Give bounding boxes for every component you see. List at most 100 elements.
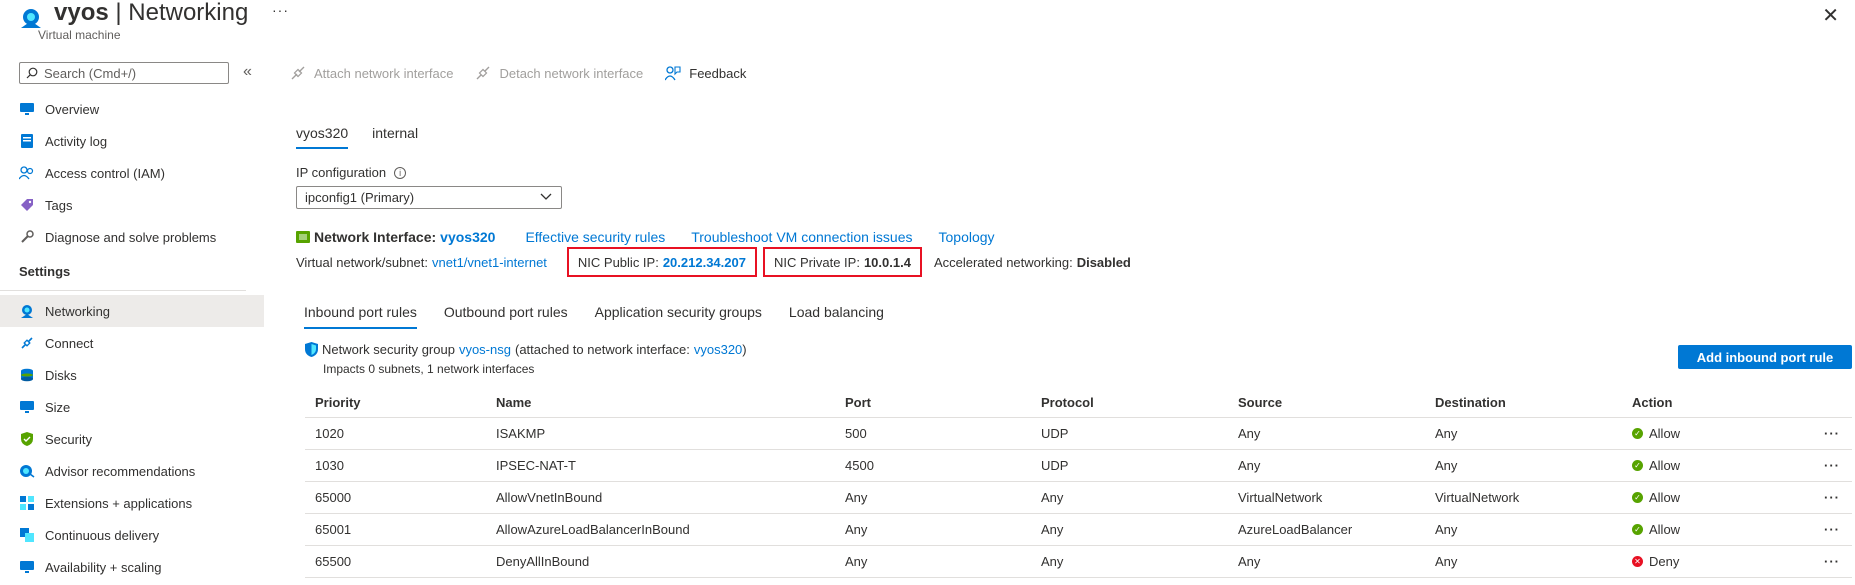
sidebar-item-label: Connect bbox=[45, 335, 94, 351]
nsg-nic-link[interactable]: vyos320 bbox=[694, 342, 742, 357]
sidebar-item-continuous-delivery[interactable]: Continuous delivery bbox=[0, 519, 264, 551]
sidebar-item-label: Disks bbox=[45, 367, 77, 383]
effective-security-rules-link[interactable]: Effective security rules bbox=[525, 229, 665, 245]
table-row[interactable]: 65000 AllowVnetInBound Any Any VirtualNe… bbox=[305, 482, 1852, 514]
sidebar-item-label: Advisor recommendations bbox=[45, 463, 196, 479]
row-more-icon[interactable]: ··· bbox=[1782, 554, 1852, 569]
troubleshoot-link[interactable]: Troubleshoot VM connection issues bbox=[691, 229, 912, 245]
page-title: vyos | Networking bbox=[54, 0, 249, 26]
sidebar-item-disks[interactable]: Disks bbox=[0, 359, 264, 391]
detach-icon bbox=[476, 66, 490, 80]
sidebar-item-advisor[interactable]: Advisor recommendations bbox=[0, 455, 264, 487]
sidebar-item-networking[interactable]: Networking bbox=[0, 295, 264, 327]
row-more-icon[interactable]: ··· bbox=[1782, 522, 1852, 537]
nsg-link[interactable]: vyos-nsg bbox=[459, 342, 511, 357]
close-icon[interactable]: ✕ bbox=[1822, 6, 1839, 26]
sidebar-item-overview[interactable]: Overview bbox=[0, 93, 264, 125]
extensions-icon bbox=[19, 495, 35, 511]
sidebar-item-security[interactable]: Security bbox=[0, 423, 264, 455]
vnet-info-line: Virtual network/subnet: vnet1/vnet1-inte… bbox=[296, 247, 1131, 277]
row-more-icon[interactable]: ··· bbox=[1782, 490, 1852, 505]
column-header-source[interactable]: Source bbox=[1228, 395, 1425, 410]
tag-icon bbox=[19, 197, 35, 213]
row-more-icon[interactable]: ··· bbox=[1782, 426, 1852, 441]
monitor-icon bbox=[19, 399, 35, 415]
inbound-rules-table: Priority Name Port Protocol Source Desti… bbox=[305, 388, 1852, 578]
sidebar-item-connect[interactable]: Connect bbox=[0, 327, 264, 359]
sidebar-section-settings: Settings bbox=[0, 253, 246, 291]
info-icon[interactable]: i bbox=[394, 166, 407, 179]
row-more-icon[interactable]: ··· bbox=[1782, 458, 1852, 473]
table-row[interactable]: 1030 IPSEC-NAT-T 4500 UDP Any Any ✓ Allow… bbox=[305, 450, 1852, 482]
column-header-destination[interactable]: Destination bbox=[1425, 395, 1622, 410]
sidebar-item-label: Availability + scaling bbox=[45, 559, 162, 575]
sidebar-item-diagnose[interactable]: Diagnose and solve problems bbox=[0, 221, 264, 253]
page-subtitle: Virtual machine bbox=[38, 28, 121, 42]
sidebar-item-label: Access control (IAM) bbox=[45, 165, 165, 181]
column-header-port[interactable]: Port bbox=[835, 395, 1031, 410]
private-ip-box: NIC Private IP: 10.0.1.4 bbox=[762, 247, 922, 277]
networking-icon bbox=[19, 303, 35, 319]
tab-internal[interactable]: internal bbox=[372, 125, 418, 149]
add-inbound-port-rule-button[interactable]: Add inbound port rule bbox=[1678, 345, 1852, 369]
allow-check-icon: ✓ bbox=[1632, 460, 1643, 471]
activity-log-icon bbox=[19, 133, 35, 149]
allow-check-icon: ✓ bbox=[1632, 428, 1643, 439]
sidebar-item-availability[interactable]: Availability + scaling bbox=[0, 551, 264, 583]
sidebar-item-size[interactable]: Size bbox=[0, 391, 264, 423]
sidebar-item-label: Networking bbox=[45, 303, 111, 319]
deny-x-icon: ✕ bbox=[1632, 556, 1643, 567]
tab-inbound-port-rules[interactable]: Inbound port rules bbox=[304, 304, 417, 329]
column-header-action[interactable]: Action bbox=[1622, 395, 1782, 410]
network-interface-label: Network Interface: bbox=[314, 229, 437, 245]
sidebar-item-label: Activity log bbox=[45, 133, 108, 149]
sidebar-item-label: Continuous delivery bbox=[45, 527, 160, 543]
sidebar-item-activity-log[interactable]: Activity log bbox=[0, 125, 264, 157]
sidebar-item-label: Extensions + applications bbox=[45, 495, 193, 511]
network-interface-link[interactable]: vyos320 bbox=[440, 229, 495, 245]
network-interface-line: Network Interface: vyos320 Effective sec… bbox=[296, 229, 995, 245]
tab-outbound-port-rules[interactable]: Outbound port rules bbox=[444, 304, 568, 329]
nsg-shield-icon bbox=[305, 342, 318, 357]
monitor-icon bbox=[19, 101, 35, 117]
feedback-button[interactable]: Feedback bbox=[665, 65, 746, 81]
sidebar-nav: Overview Activity log Access control (IA… bbox=[0, 93, 264, 583]
wrench-icon bbox=[19, 229, 35, 245]
sidebar-item-label: Tags bbox=[45, 197, 73, 213]
advisor-icon bbox=[19, 463, 35, 479]
tab-vyos320[interactable]: vyos320 bbox=[296, 125, 349, 149]
sidebar-item-iam[interactable]: Access control (IAM) bbox=[0, 157, 264, 189]
scaling-icon bbox=[19, 559, 35, 575]
table-header: Priority Name Port Protocol Source Desti… bbox=[305, 388, 1852, 418]
table-row[interactable]: 65001 AllowAzureLoadBalancerInBound Any … bbox=[305, 514, 1852, 546]
allow-check-icon: ✓ bbox=[1632, 492, 1643, 503]
tab-application-security-groups[interactable]: Application security groups bbox=[595, 304, 762, 329]
column-header-priority[interactable]: Priority bbox=[305, 395, 486, 410]
sidebar-item-tags[interactable]: Tags bbox=[0, 189, 264, 221]
detach-network-interface-button[interactable]: Detach network interface bbox=[475, 65, 643, 81]
search-input[interactable]: Search (Cmd+/) bbox=[19, 62, 229, 84]
attach-network-interface-button[interactable]: Attach network interface bbox=[290, 65, 453, 81]
people-icon bbox=[19, 165, 35, 181]
accelerated-networking-label: Accelerated networking: bbox=[933, 254, 1073, 270]
ip-configuration-dropdown[interactable]: ipconfig1 (Primary) bbox=[296, 186, 562, 209]
table-row[interactable]: 65500 DenyAllInBound Any Any Any Any ✕ De… bbox=[305, 546, 1852, 578]
ip-configuration-value: ipconfig1 (Primary) bbox=[305, 190, 415, 205]
table-row[interactable]: 1020 ISAKMP 500 UDP Any Any ✓ Allow ··· bbox=[305, 418, 1852, 450]
sidebar-item-label: Size bbox=[45, 399, 71, 415]
public-ip-link[interactable]: 20.212.34.207 bbox=[663, 255, 746, 270]
rule-tabs: Inbound port rules Outbound port rules A… bbox=[304, 304, 911, 329]
collapse-sidebar-icon[interactable]: « bbox=[243, 63, 252, 81]
nsg-line: Network security group vyos-nsg (attache… bbox=[305, 342, 747, 357]
attach-icon bbox=[291, 66, 305, 80]
more-options-icon[interactable]: ··· bbox=[272, 2, 289, 18]
connect-icon bbox=[19, 335, 35, 351]
column-header-name[interactable]: Name bbox=[486, 395, 835, 410]
column-header-protocol[interactable]: Protocol bbox=[1031, 395, 1228, 410]
private-ip-value: 10.0.1.4 bbox=[863, 254, 911, 270]
vnet-subnet-link[interactable]: vnet1/vnet1-internet bbox=[432, 255, 547, 270]
tab-load-balancing[interactable]: Load balancing bbox=[789, 304, 884, 329]
sidebar-item-extensions[interactable]: Extensions + applications bbox=[0, 487, 264, 519]
shield-icon bbox=[19, 431, 35, 447]
topology-link[interactable]: Topology bbox=[939, 229, 995, 245]
